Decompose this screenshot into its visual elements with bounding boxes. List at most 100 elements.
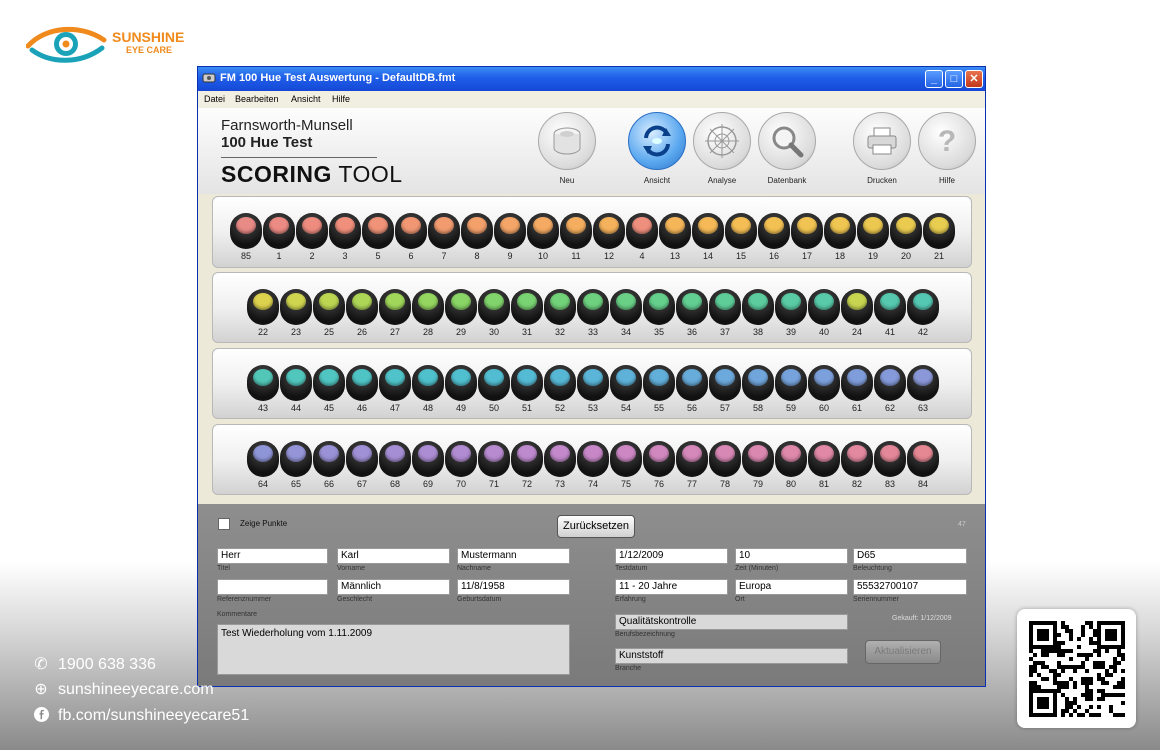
color-cap[interactable]: 53 <box>577 365 609 420</box>
color-cap[interactable]: 77 <box>676 441 708 496</box>
color-cap[interactable]: 7 <box>428 213 460 268</box>
color-cap[interactable]: 23 <box>280 289 312 344</box>
berufsbezeichnung-field[interactable]: Qualitätskontrolle <box>615 614 848 630</box>
color-cap[interactable]: 6 <box>395 213 427 268</box>
color-cap[interactable]: 64 <box>247 441 279 496</box>
title-bar[interactable]: FM 100 Hue Test Auswertung - DefaultDB.f… <box>198 67 985 91</box>
reset-button[interactable]: Zurücksetzen <box>557 515 635 538</box>
color-cap[interactable]: 71 <box>478 441 510 496</box>
color-cap[interactable]: 60 <box>808 365 840 420</box>
toolbar-ansicht-button[interactable]: Ansicht <box>627 112 687 192</box>
color-cap[interactable]: 54 <box>610 365 642 420</box>
color-cap[interactable]: 24 <box>841 289 873 344</box>
color-cap[interactable]: 75 <box>610 441 642 496</box>
menu-bearbeiten[interactable]: Bearbeiten <box>235 94 279 104</box>
nachname-field[interactable]: Mustermann <box>457 548 570 564</box>
testdatum-field[interactable]: 1/12/2009 <box>615 548 728 564</box>
color-cap[interactable]: 15 <box>725 213 757 268</box>
geschlecht-field[interactable]: Männlich <box>337 579 450 595</box>
toolbar-analyse-button[interactable]: Analyse <box>692 112 752 192</box>
color-cap[interactable]: 85 <box>230 213 262 268</box>
color-cap[interactable]: 80 <box>775 441 807 496</box>
color-cap[interactable]: 81 <box>808 441 840 496</box>
color-cap[interactable]: 74 <box>577 441 609 496</box>
color-cap[interactable]: 3 <box>329 213 361 268</box>
color-cap[interactable]: 26 <box>346 289 378 344</box>
contact-facebook[interactable]: fb.com/sunshineeyecare51 <box>33 707 249 725</box>
color-cap[interactable]: 44 <box>280 365 312 420</box>
menu-hilfe[interactable]: Hilfe <box>332 94 350 104</box>
color-cap[interactable]: 50 <box>478 365 510 420</box>
beleuchtung-field[interactable]: D65 <box>853 548 967 564</box>
color-cap[interactable]: 31 <box>511 289 543 344</box>
contact-website[interactable]: ⊕ sunshineeyecare.com <box>33 679 213 699</box>
color-cap[interactable]: 27 <box>379 289 411 344</box>
color-cap[interactable]: 13 <box>659 213 691 268</box>
color-cap[interactable]: 46 <box>346 365 378 420</box>
color-cap[interactable]: 57 <box>709 365 741 420</box>
color-cap[interactable]: 56 <box>676 365 708 420</box>
color-cap[interactable]: 39 <box>775 289 807 344</box>
color-cap[interactable]: 62 <box>874 365 906 420</box>
color-cap[interactable]: 47 <box>379 365 411 420</box>
color-cap[interactable]: 52 <box>544 365 576 420</box>
color-cap[interactable]: 5 <box>362 213 394 268</box>
color-cap[interactable]: 82 <box>841 441 873 496</box>
color-cap[interactable]: 11 <box>560 213 592 268</box>
color-cap[interactable]: 70 <box>445 441 477 496</box>
color-cap[interactable]: 20 <box>890 213 922 268</box>
color-cap[interactable]: 9 <box>494 213 526 268</box>
zeit-field[interactable]: 10 <box>735 548 848 564</box>
color-cap[interactable]: 18 <box>824 213 856 268</box>
color-cap[interactable]: 17 <box>791 213 823 268</box>
color-cap[interactable]: 25 <box>313 289 345 344</box>
color-cap[interactable]: 42 <box>907 289 939 344</box>
color-cap[interactable]: 45 <box>313 365 345 420</box>
erfahrung-field[interactable]: 11 - 20 Jahre <box>615 579 728 595</box>
color-cap[interactable]: 67 <box>346 441 378 496</box>
seriennummer-field[interactable]: 55532700107 <box>853 579 967 595</box>
color-cap[interactable]: 37 <box>709 289 741 344</box>
color-cap[interactable]: 19 <box>857 213 889 268</box>
vorname-field[interactable]: Karl <box>337 548 450 564</box>
color-cap[interactable]: 33 <box>577 289 609 344</box>
titel-field[interactable]: Herr <box>217 548 328 564</box>
color-cap[interactable]: 2 <box>296 213 328 268</box>
referenznummer-field[interactable] <box>217 579 328 595</box>
color-cap[interactable]: 72 <box>511 441 543 496</box>
color-cap[interactable]: 49 <box>445 365 477 420</box>
color-cap[interactable]: 10 <box>527 213 559 268</box>
color-cap[interactable]: 51 <box>511 365 543 420</box>
color-cap[interactable]: 4 <box>626 213 658 268</box>
color-cap[interactable]: 84 <box>907 441 939 496</box>
color-cap[interactable]: 41 <box>874 289 906 344</box>
color-cap[interactable]: 8 <box>461 213 493 268</box>
color-cap[interactable]: 83 <box>874 441 906 496</box>
color-cap[interactable]: 14 <box>692 213 724 268</box>
color-cap[interactable]: 69 <box>412 441 444 496</box>
color-cap[interactable]: 40 <box>808 289 840 344</box>
toolbar-datenbank-button[interactable]: Datenbank <box>757 112 817 192</box>
color-cap[interactable]: 43 <box>247 365 279 420</box>
color-cap[interactable]: 21 <box>923 213 955 268</box>
show-points-checkbox[interactable] <box>218 518 230 530</box>
color-cap[interactable]: 66 <box>313 441 345 496</box>
toolbar-drucken-button[interactable]: Drucken <box>852 112 912 192</box>
color-cap[interactable]: 65 <box>280 441 312 496</box>
color-cap[interactable]: 38 <box>742 289 774 344</box>
color-cap[interactable]: 32 <box>544 289 576 344</box>
color-cap[interactable]: 61 <box>841 365 873 420</box>
color-cap[interactable]: 30 <box>478 289 510 344</box>
color-cap[interactable]: 34 <box>610 289 642 344</box>
color-cap[interactable]: 12 <box>593 213 625 268</box>
color-cap[interactable]: 35 <box>643 289 675 344</box>
toolbar-hilfe-button[interactable]: ? Hilfe <box>917 112 977 192</box>
color-cap[interactable]: 68 <box>379 441 411 496</box>
menu-ansicht[interactable]: Ansicht <box>291 94 321 104</box>
color-cap[interactable]: 36 <box>676 289 708 344</box>
color-cap[interactable]: 29 <box>445 289 477 344</box>
close-button[interactable]: ✕ <box>965 70 983 88</box>
color-cap[interactable]: 76 <box>643 441 675 496</box>
color-cap[interactable]: 79 <box>742 441 774 496</box>
kommentare-textarea[interactable]: Test Wiederholung vom 1.11.2009 <box>217 624 570 675</box>
